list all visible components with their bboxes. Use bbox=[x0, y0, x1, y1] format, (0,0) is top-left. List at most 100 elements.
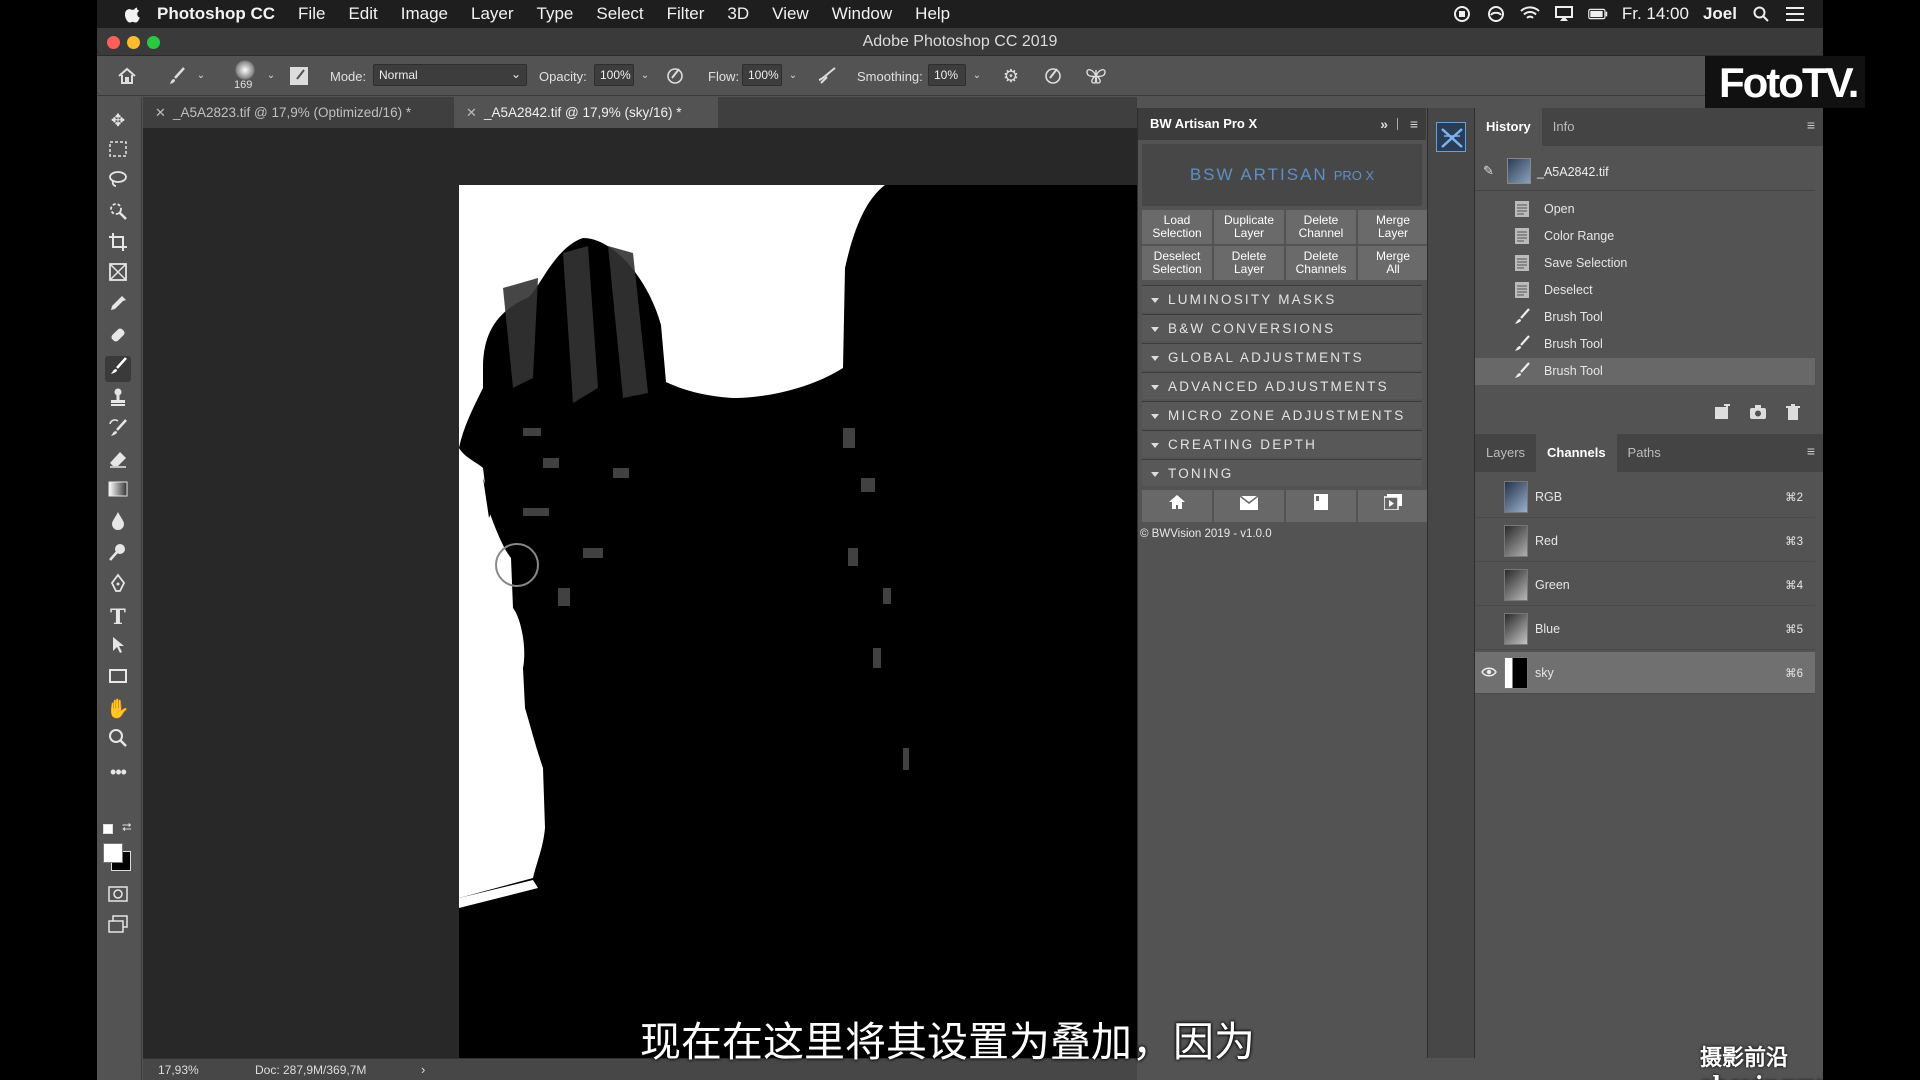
smoothing-field[interactable]: 10% bbox=[928, 64, 966, 86]
canvas-area[interactable] bbox=[143, 128, 1137, 1058]
menu-3d[interactable]: 3D bbox=[727, 4, 749, 24]
section-advanced-adjustments[interactable]: ADVANCED ADJUSTMENTS bbox=[1142, 372, 1422, 399]
notification-center-icon[interactable] bbox=[1785, 6, 1805, 22]
clone-stamp-tool-icon[interactable] bbox=[105, 387, 131, 413]
quick-mask-icon[interactable] bbox=[105, 884, 131, 910]
pen-tool-icon[interactable] bbox=[105, 573, 131, 599]
tab-history[interactable]: History bbox=[1475, 108, 1542, 146]
chevron-down-icon[interactable]: ⌄ bbox=[967, 66, 987, 86]
new-document-from-state-icon[interactable] bbox=[1713, 402, 1731, 425]
channel-row-sky[interactable]: sky ⌘6 bbox=[1475, 652, 1815, 694]
mail-icon[interactable] bbox=[1214, 490, 1284, 522]
section-creating-depth[interactable]: CREATING DEPTH bbox=[1142, 430, 1422, 457]
swap-colors-icon[interactable]: ⮂ bbox=[122, 820, 132, 835]
airplay-icon[interactable] bbox=[1554, 6, 1574, 22]
mode-select[interactable]: Normal ⌄ bbox=[373, 64, 527, 86]
merge-all-button[interactable]: Merge All bbox=[1358, 246, 1428, 280]
minimize-window-button[interactable] bbox=[127, 36, 140, 49]
dodge-tool-icon[interactable] bbox=[105, 542, 131, 568]
section-micro-zone-adjustments[interactable]: MICRO ZONE ADJUSTMENTS bbox=[1142, 401, 1422, 428]
move-tool-icon[interactable]: ✥ bbox=[105, 108, 131, 134]
bw-artisan-panel-icon[interactable] bbox=[1436, 122, 1466, 152]
history-snapshot-row[interactable]: ✎ _A5A2842.tif bbox=[1475, 153, 1815, 191]
airbrush-icon[interactable] bbox=[817, 66, 837, 86]
section-luminosity-masks[interactable]: LUMINOSITY MASKS bbox=[1142, 285, 1422, 312]
camera-icon[interactable] bbox=[1749, 404, 1767, 425]
hand-tool-icon[interactable]: ✋ bbox=[105, 697, 131, 723]
opacity-field[interactable]: 100% bbox=[594, 64, 634, 86]
zoom-tool-icon[interactable] bbox=[105, 728, 131, 754]
history-brush-tool-icon[interactable] bbox=[105, 418, 131, 444]
history-step-selected[interactable]: Brush Tool bbox=[1475, 358, 1815, 385]
chevron-down-icon[interactable]: ⌄ bbox=[783, 66, 803, 86]
book-icon[interactable] bbox=[1286, 490, 1356, 522]
load-selection-button[interactable]: Load Selection bbox=[1142, 210, 1212, 244]
quick-selection-tool-icon[interactable] bbox=[105, 201, 131, 227]
chevron-right-icon[interactable]: › bbox=[421, 1059, 425, 1080]
history-step[interactable]: Brush Tool bbox=[1475, 331, 1815, 358]
healing-brush-tool-icon[interactable] bbox=[105, 325, 131, 351]
panel-menu-icon[interactable]: ≡ bbox=[1807, 443, 1815, 459]
brush-tip-preview[interactable] bbox=[235, 60, 255, 80]
path-selection-tool-icon[interactable] bbox=[105, 635, 131, 661]
tab-channels[interactable]: Channels bbox=[1536, 434, 1617, 472]
pressure-size-icon[interactable] bbox=[1043, 66, 1063, 86]
brush-tool-icon[interactable] bbox=[105, 356, 131, 382]
menu-edit[interactable]: Edit bbox=[348, 4, 377, 24]
channel-row-red[interactable]: Red ⌘3 bbox=[1475, 520, 1815, 562]
history-step[interactable]: Save Selection bbox=[1475, 250, 1815, 277]
symmetry-butterfly-icon[interactable] bbox=[1085, 66, 1106, 86]
channel-row-blue[interactable]: Blue ⌘5 bbox=[1475, 608, 1815, 650]
history-step[interactable]: Open bbox=[1475, 196, 1815, 223]
delete-layer-button[interactable]: Delete Layer bbox=[1214, 246, 1284, 280]
tab-info[interactable]: Info bbox=[1542, 108, 1586, 146]
chevron-down-icon[interactable]: ⌄ bbox=[261, 66, 281, 86]
default-colors-icon[interactable] bbox=[103, 824, 113, 834]
rectangle-tool-icon[interactable] bbox=[105, 666, 131, 692]
gradient-tool-icon[interactable] bbox=[105, 480, 131, 506]
panel-menu-icon[interactable]: ≡ bbox=[1410, 108, 1418, 140]
panel-menu-icon[interactable]: ≡ bbox=[1807, 117, 1815, 133]
foreground-color-swatch[interactable] bbox=[103, 843, 123, 863]
delete-channels-button[interactable]: Delete Channels bbox=[1286, 246, 1356, 280]
lasso-tool-icon[interactable] bbox=[105, 170, 131, 196]
home-icon[interactable] bbox=[1142, 490, 1212, 522]
spotlight-search-icon[interactable] bbox=[1751, 6, 1771, 22]
type-tool-icon[interactable]: T bbox=[105, 604, 131, 630]
doc-size-info[interactable]: Doc: 287,9M/369,7M bbox=[255, 1059, 366, 1080]
brush-panel-icon[interactable] bbox=[289, 66, 309, 86]
menu-layer[interactable]: Layer bbox=[471, 4, 514, 24]
deselect-selection-button[interactable]: Deselect Selection bbox=[1142, 246, 1212, 280]
menu-file[interactable]: File bbox=[298, 4, 325, 24]
menu-filter[interactable]: Filter bbox=[667, 4, 705, 24]
marquee-tool-icon[interactable] bbox=[105, 139, 131, 165]
zoom-level[interactable]: 17,93% bbox=[158, 1059, 199, 1080]
chevron-down-icon[interactable]: ⌄ bbox=[635, 66, 655, 86]
tab-paths[interactable]: Paths bbox=[1617, 434, 1672, 472]
battery-icon[interactable] bbox=[1588, 6, 1608, 22]
cloud-icon[interactable] bbox=[1486, 6, 1506, 22]
menubar-clock[interactable]: Fr. 14:00 bbox=[1622, 4, 1689, 24]
delete-channel-button[interactable]: Delete Channel bbox=[1286, 210, 1356, 244]
chevron-down-icon[interactable]: ⌄ bbox=[191, 66, 211, 86]
home-icon[interactable] bbox=[117, 66, 137, 86]
eye-visibility-icon[interactable] bbox=[1481, 666, 1497, 681]
brush-preset-icon[interactable] bbox=[167, 66, 187, 86]
more-tools-icon[interactable]: ••• bbox=[105, 759, 131, 785]
menu-app-name[interactable]: Photoshop CC bbox=[157, 4, 275, 24]
sky-mask-image[interactable] bbox=[143, 128, 1137, 1058]
channel-row-rgb[interactable]: RGB ⌘2 bbox=[1475, 476, 1815, 518]
close-tab-icon[interactable]: ✕ bbox=[155, 97, 166, 128]
menubar-user[interactable]: Joel bbox=[1703, 4, 1737, 24]
menu-select[interactable]: Select bbox=[596, 4, 643, 24]
menu-image[interactable]: Image bbox=[401, 4, 448, 24]
tab-layers[interactable]: Layers bbox=[1475, 434, 1536, 472]
record-icon[interactable] bbox=[1452, 6, 1472, 22]
trash-icon[interactable] bbox=[1785, 404, 1801, 425]
smoothing-settings-gear-icon[interactable]: ⚙ bbox=[1001, 66, 1021, 86]
menu-type[interactable]: Type bbox=[537, 4, 574, 24]
tab-document-a5a2842[interactable]: ✕ _A5A2842.tif @ 17,9% (sky/16) * bbox=[454, 97, 718, 128]
frame-tool-icon[interactable] bbox=[105, 263, 131, 289]
duplicate-layer-button[interactable]: Duplicate Layer bbox=[1214, 210, 1284, 244]
menu-help[interactable]: Help bbox=[915, 4, 950, 24]
